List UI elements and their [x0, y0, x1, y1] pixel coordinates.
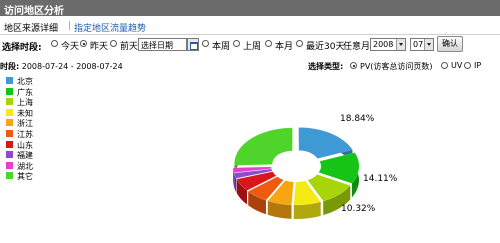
pie-chart	[232, 127, 360, 219]
data-label-shanghai: 10.32%	[341, 204, 376, 214]
data-label-guangdong: 14.11%	[363, 174, 398, 184]
pie-center-hole	[277, 154, 315, 178]
data-label-beijing: 18.84%	[340, 114, 375, 124]
